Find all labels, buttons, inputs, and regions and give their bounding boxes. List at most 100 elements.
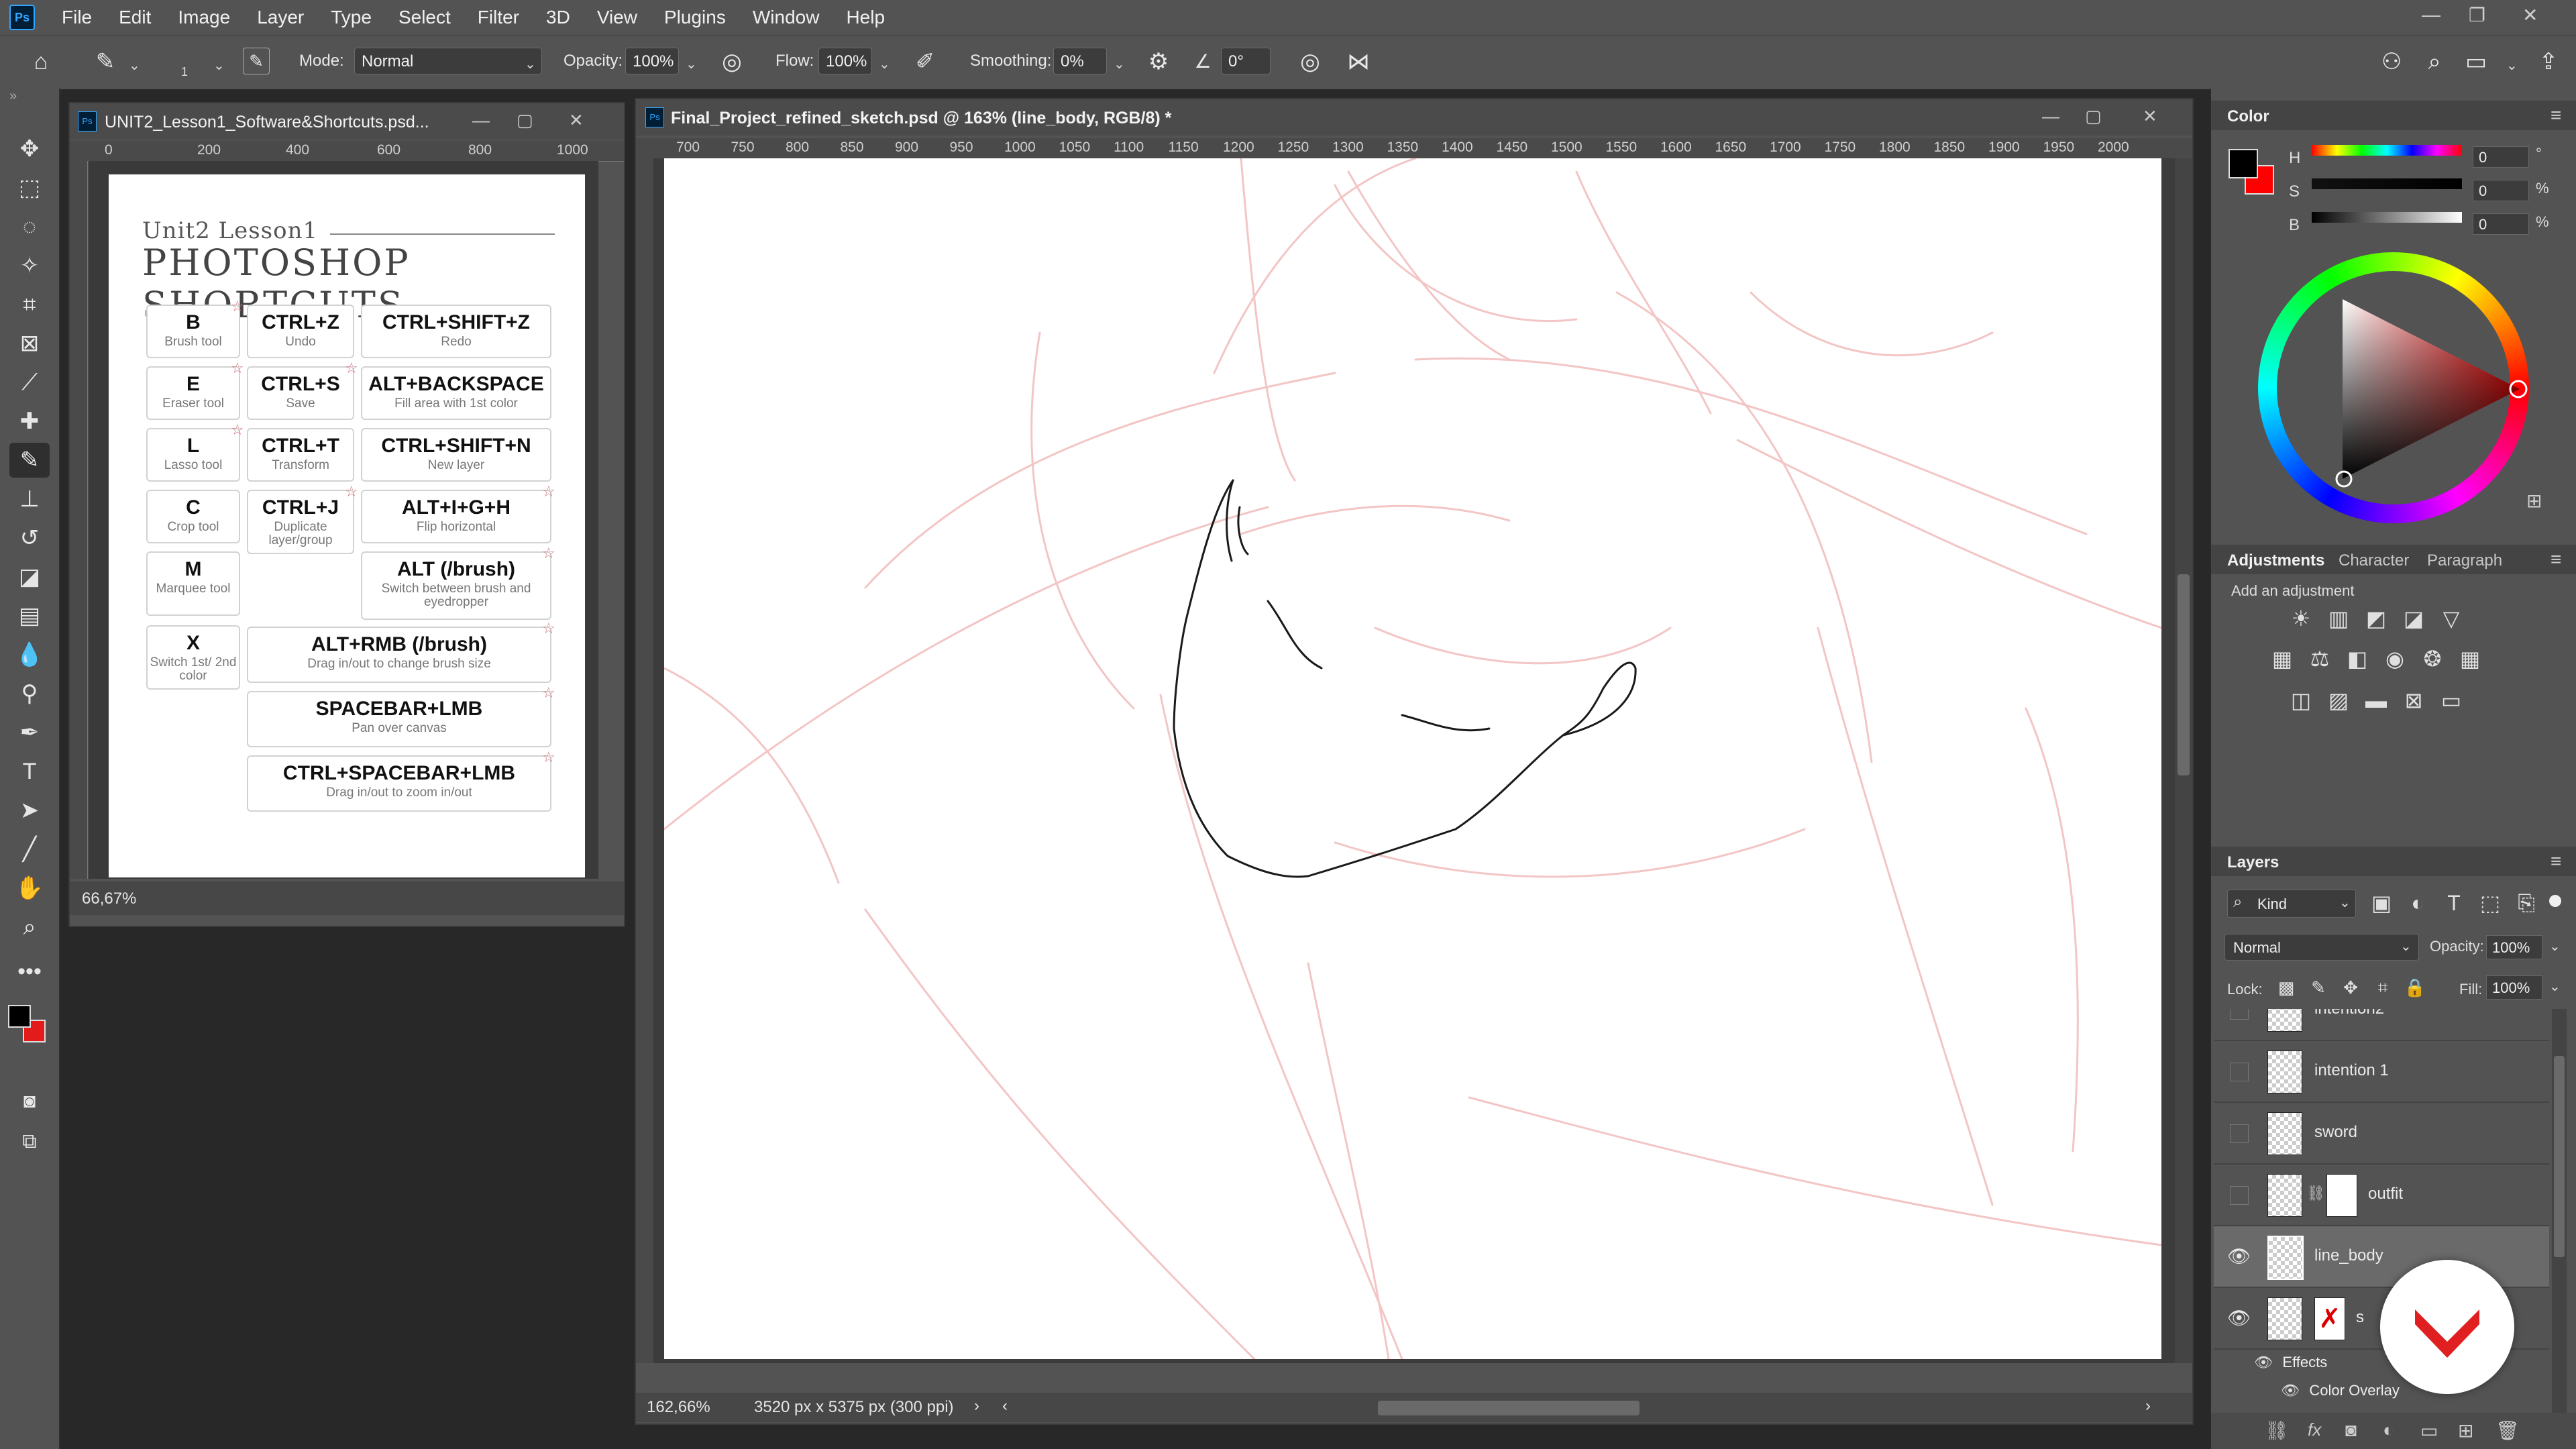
exposure-adjust-icon[interactable]: ◪ [2400,605,2427,632]
move-tool-icon[interactable]: ✥ [9,131,50,166]
chevron-left-icon[interactable]: ‹ [1002,1397,1008,1415]
smoothing-field[interactable]: 0% [1053,48,1107,74]
posterize-adjust-icon[interactable]: ▨ [2325,687,2352,714]
chevron-right-icon[interactable]: › [2145,1397,2151,1415]
mode-select[interactable]: Normal [354,48,542,74]
visibility-toggle-off[interactable] [2230,1009,2249,1020]
brush-preset-icon[interactable]: ✎ [91,48,119,76]
lock-pixels-icon[interactable]: ✎ [2305,974,2332,1001]
magic-wand-tool-icon[interactable]: ✧ [9,248,50,283]
visibility-toggle-off[interactable] [2230,1186,2249,1205]
photo-filter-adjust-icon[interactable]: ◉ [2381,645,2408,672]
layer-row[interactable]: intention2 [2214,1009,2549,1041]
hue-slider[interactable] [2312,145,2462,156]
canvas-viewport[interactable] [653,158,2192,1363]
menu-layer[interactable]: Layer [244,7,317,28]
airbrush-icon[interactable]: ✐ [911,48,939,76]
menu-select[interactable]: Select [385,7,464,28]
panel-menu-icon[interactable]: ≡ [2551,549,2561,570]
color-triangle[interactable] [2258,252,2529,523]
minimize-icon[interactable]: — [472,110,490,131]
pressure-opacity-icon[interactable]: ◎ [718,48,746,76]
s-value-field[interactable]: 0 [2473,180,2529,201]
type-tool-icon[interactable]: T [9,754,50,789]
gear-icon[interactable]: ⚙ [1144,48,1173,76]
gradient-map-adjust-icon[interactable]: ▭ [2438,687,2465,714]
layer-name[interactable]: line_body [2314,1246,2383,1265]
layer-row[interactable]: ⛓ outfit [2214,1165,2549,1226]
brightness-adjust-icon[interactable]: ☀ [2288,605,2314,632]
expand-icon[interactable]: ⊞ [2526,490,2542,512]
layer-name[interactable]: outfit [2368,1185,2403,1203]
layer-row[interactable]: sword [2214,1103,2549,1165]
close-icon[interactable]: ✕ [2143,106,2157,127]
menu-type[interactable]: Type [317,7,385,28]
zoom-level[interactable]: 66,67% [82,890,136,908]
share-icon[interactable]: ⚇ [2377,48,2406,76]
vibrance-adjust-icon[interactable]: ▽ [2438,605,2465,632]
history-brush-tool-icon[interactable]: ↺ [9,521,50,555]
chevron-down-icon[interactable]: ⌄ [213,57,225,74]
line-tool-icon[interactable]: ╱ [9,832,50,867]
layer-name[interactable]: sword [2314,1123,2357,1142]
restore-icon[interactable]: ❐ [2469,4,2485,26]
adjustment-layer-icon[interactable]: ◐ [2383,1419,2394,1441]
frame-tool-icon[interactable]: ⊠ [9,326,50,361]
document-info[interactable]: 3520 px x 5375 px (300 ppi) [754,1398,954,1417]
hand-tool-icon[interactable]: ✋ [9,871,50,906]
color-balance-adjust-icon[interactable]: ⚖ [2306,645,2333,672]
horizontal-scrollbar-thumb[interactable] [1378,1401,1640,1415]
filter-shape-icon[interactable]: ⬚ [2477,890,2504,916]
document-title[interactable]: UNIT2_Lesson1_Software&Shortcuts.psd... [105,113,429,132]
chevron-right-icon[interactable]: › [974,1397,979,1415]
healing-brush-tool-icon[interactable]: ✚ [9,404,50,439]
pen-tool-icon[interactable]: ✒ [9,715,50,750]
eye-icon[interactable]: 👁 [2281,1382,2300,1399]
foreground-color-swatch[interactable] [8,1005,31,1028]
effects-row[interactable]: 👁 Effects [2254,1354,2327,1371]
layer-name[interactable]: intention 1 [2314,1061,2389,1080]
layer-name[interactable]: intention2 [2314,1009,2384,1018]
color-wheel[interactable] [2258,252,2529,523]
visibility-toggle-off[interactable] [2230,1124,2249,1143]
menu-file[interactable]: File [48,7,105,28]
layer-mask-thumbnail[interactable] [2326,1174,2357,1217]
selective-color-adjust-icon[interactable]: ⊠ [2400,687,2427,714]
panel-menu-icon[interactable]: ≡ [2551,851,2561,872]
lock-artboard-icon[interactable]: ⌗ [2369,974,2396,1001]
blur-tool-icon[interactable]: 💧 [9,637,50,672]
flow-field[interactable]: 100% [818,48,872,74]
lock-transparent-icon[interactable]: ▩ [2273,974,2300,1001]
tab-paragraph[interactable]: Paragraph [2427,551,2502,570]
curves-adjust-icon[interactable]: ◩ [2363,605,2390,632]
filter-adjustment-icon[interactable]: ◐ [2404,890,2431,916]
menu-plugins[interactable]: Plugins [651,7,739,28]
layers-scrollbar[interactable] [2552,1009,2567,1413]
layers-panel-title[interactable]: Layers [2227,853,2279,872]
channel-mixer-adjust-icon[interactable]: ❂ [2419,645,2446,672]
quick-mask-icon[interactable]: ◙ [9,1084,50,1119]
menu-filter[interactable]: Filter [464,7,533,28]
levels-adjust-icon[interactable]: ▥ [2325,605,2352,632]
invert-adjust-icon[interactable]: ◫ [2288,687,2314,714]
opacity-field[interactable]: 100% [625,48,679,74]
eraser-tool-icon[interactable]: ◪ [9,559,50,594]
clone-stamp-tool-icon[interactable]: ⊥ [9,482,50,517]
brightness-slider[interactable] [2312,212,2462,223]
layer-row[interactable]: intention 1 [2214,1041,2549,1103]
zoom-level[interactable]: 162,66% [647,1398,710,1417]
threshold-adjust-icon[interactable]: ▬ [2363,687,2390,714]
workspace-icon[interactable]: ▭ [2462,48,2490,76]
tab-character[interactable]: Character [2339,551,2409,570]
zoom-tool-icon[interactable]: ⌕ [9,910,50,945]
chevron-down-icon[interactable]: ⌄ [2549,938,2561,955]
minimize-icon[interactable]: — [2042,106,2059,127]
panel-menu-icon[interactable]: ≡ [2551,105,2561,126]
layer-opacity-field[interactable]: 100% [2486,935,2542,959]
new-layer-icon[interactable]: ⊞ [2458,1419,2473,1442]
minimize-icon[interactable]: — [2422,4,2440,25]
restore-icon[interactable]: ▢ [2085,106,2102,127]
eyedropper-tool-icon[interactable]: ⟋ [9,365,50,400]
link-layers-icon[interactable]: ⛓ [2265,1419,2289,1442]
lasso-tool-icon[interactable]: ◌ [9,209,50,244]
